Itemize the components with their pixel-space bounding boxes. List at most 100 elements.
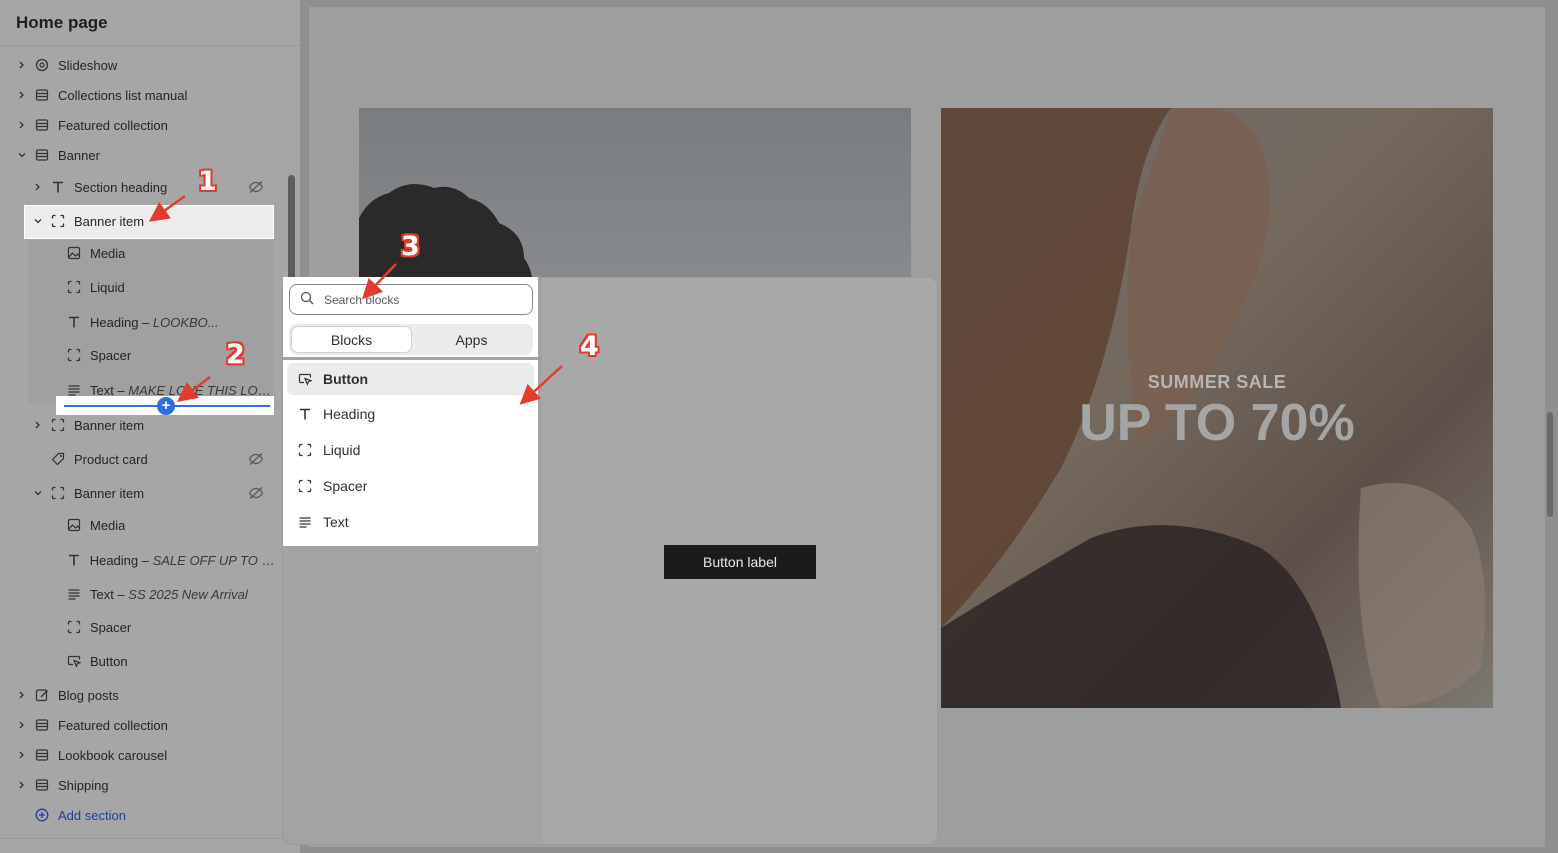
block-section-heading[interactable]: Section heading <box>32 172 276 202</box>
block-label: Product card <box>74 451 148 467</box>
page-title: Home page <box>16 13 108 32</box>
preview-button[interactable]: Button label <box>664 545 816 579</box>
section-label: Featured collection <box>58 117 168 133</box>
block-liquid[interactable]: Liquid <box>66 272 276 302</box>
block-list: Button Heading Liquid Spacer Text <box>283 360 538 546</box>
block-heading-lookbook[interactable]: Heading – LOOKBO... <box>66 307 276 337</box>
section-shipping[interactable]: Shipping <box>16 770 292 800</box>
preview-scrollbar[interactable] <box>1547 412 1553 517</box>
block-banner-item-1[interactable]: Banner item <box>32 206 272 236</box>
block-label: Banner item <box>74 213 145 229</box>
add-section-button[interactable]: Add section <box>34 800 310 830</box>
block-label: Text – <box>90 586 129 602</box>
block-label: Banner item <box>74 485 145 501</box>
sidebar: Home page Slideshow Collections list man… <box>0 0 300 853</box>
block-button[interactable]: Button <box>66 646 276 676</box>
chevron-right-icon[interactable] <box>32 181 44 193</box>
text-lines-icon <box>297 514 313 530</box>
section-slideshow[interactable]: Slideshow <box>16 50 292 80</box>
section-label: Shipping <box>58 777 109 793</box>
block-dashed-icon <box>66 619 82 635</box>
chevron-right-icon[interactable] <box>16 719 28 731</box>
block-dashed-icon <box>50 485 66 501</box>
block-label: Spacer <box>90 619 132 635</box>
banner-subheading: SUMMER SALE <box>1147 372 1287 392</box>
annotation-2: 2 <box>226 339 245 370</box>
section-collections-list[interactable]: Collections list manual <box>16 80 292 110</box>
block-search-panel: Blocks Apps <box>283 277 538 357</box>
block-option-button[interactable]: Button <box>287 363 534 395</box>
section-icon <box>34 747 50 763</box>
block-spacer-2[interactable]: Spacer <box>66 612 276 642</box>
annotation-4: 4 <box>580 331 599 362</box>
block-media-2[interactable]: Media <box>66 510 276 540</box>
section-label: Featured collection <box>58 717 168 733</box>
eye-hidden-icon[interactable] <box>248 486 264 500</box>
block-label: Section heading <box>74 179 168 195</box>
block-label: Liquid <box>90 279 125 295</box>
search-box[interactable] <box>289 284 533 315</box>
block-dashed-icon <box>50 417 66 433</box>
section-icon <box>34 777 50 793</box>
block-heading-sale[interactable]: Heading – SALE OFF UP TO 7... <box>66 545 276 575</box>
section-icon <box>34 87 50 103</box>
block-label: Heading – <box>89 552 153 568</box>
search-input[interactable] <box>324 292 514 307</box>
tag-icon <box>50 451 66 467</box>
block-dashed-icon <box>297 442 313 458</box>
chevron-right-icon[interactable] <box>32 419 44 431</box>
block-label: Banner item <box>74 417 145 433</box>
block-text-ss2025[interactable]: Text – SS 2025 New Arrival <box>66 579 276 609</box>
chevron-right-icon[interactable] <box>16 119 28 131</box>
block-option-label: Heading <box>323 406 376 422</box>
section-featured-collection[interactable]: Featured collection <box>16 110 292 140</box>
block-option-heading[interactable]: Heading <box>287 398 534 430</box>
block-option-text[interactable]: Text <box>287 506 534 538</box>
block-label: Media <box>90 245 126 261</box>
section-label: Blog posts <box>58 687 119 703</box>
chevron-right-icon[interactable] <box>16 749 28 761</box>
block-banner-item-3[interactable]: Banner item <box>32 478 276 508</box>
section-icon <box>34 717 50 733</box>
block-label: Spacer <box>90 347 132 363</box>
media-icon <box>66 245 82 261</box>
block-media[interactable]: Media <box>66 238 276 268</box>
annotation-1: 1 <box>198 166 217 197</box>
chevron-down-icon[interactable] <box>16 149 28 161</box>
block-dashed-icon <box>66 279 82 295</box>
section-lookbook-carousel[interactable]: Lookbook carousel <box>16 740 292 770</box>
block-option-label: Liquid <box>323 442 361 458</box>
picker-tabs: Blocks Apps <box>289 324 533 355</box>
eye-hidden-icon[interactable] <box>248 452 264 466</box>
block-banner-item-2[interactable]: Banner item <box>32 410 276 440</box>
section-banner[interactable]: Banner <box>16 140 292 170</box>
add-section-label: Add section <box>58 807 126 823</box>
slideshow-icon <box>34 57 50 73</box>
chevron-right-icon[interactable] <box>16 779 28 791</box>
block-product-card[interactable]: Product card <box>50 444 276 474</box>
section-icon <box>34 117 50 133</box>
chevron-right-icon[interactable] <box>16 59 28 71</box>
tab-blocks[interactable]: Blocks <box>291 326 412 353</box>
eye-hidden-icon[interactable] <box>248 180 264 194</box>
text-heading-icon <box>66 552 82 568</box>
section-blog-posts[interactable]: Blog posts <box>16 680 292 710</box>
block-value: SALE OFF UP TO 7... <box>152 552 276 568</box>
block-label: Media <box>90 517 126 533</box>
text-lines-icon <box>66 586 82 602</box>
chevron-down-icon[interactable] <box>32 215 44 227</box>
section-featured-collection-2[interactable]: Featured collection <box>16 710 292 740</box>
search-icon <box>300 291 314 308</box>
block-option-spacer[interactable]: Spacer <box>287 470 534 502</box>
section-label: Banner <box>58 147 100 163</box>
block-option-liquid[interactable]: Liquid <box>287 434 534 466</box>
block-label: Button <box>90 653 128 669</box>
banner-heading: UP TO 70% <box>1079 394 1355 452</box>
block-option-label: Spacer <box>323 478 368 494</box>
block-option-label: Button <box>323 371 369 387</box>
section-label: Slideshow <box>58 57 118 73</box>
chevron-right-icon[interactable] <box>16 689 28 701</box>
tab-apps[interactable]: Apps <box>412 326 531 353</box>
chevron-down-icon[interactable] <box>32 487 44 499</box>
chevron-right-icon[interactable] <box>16 89 28 101</box>
